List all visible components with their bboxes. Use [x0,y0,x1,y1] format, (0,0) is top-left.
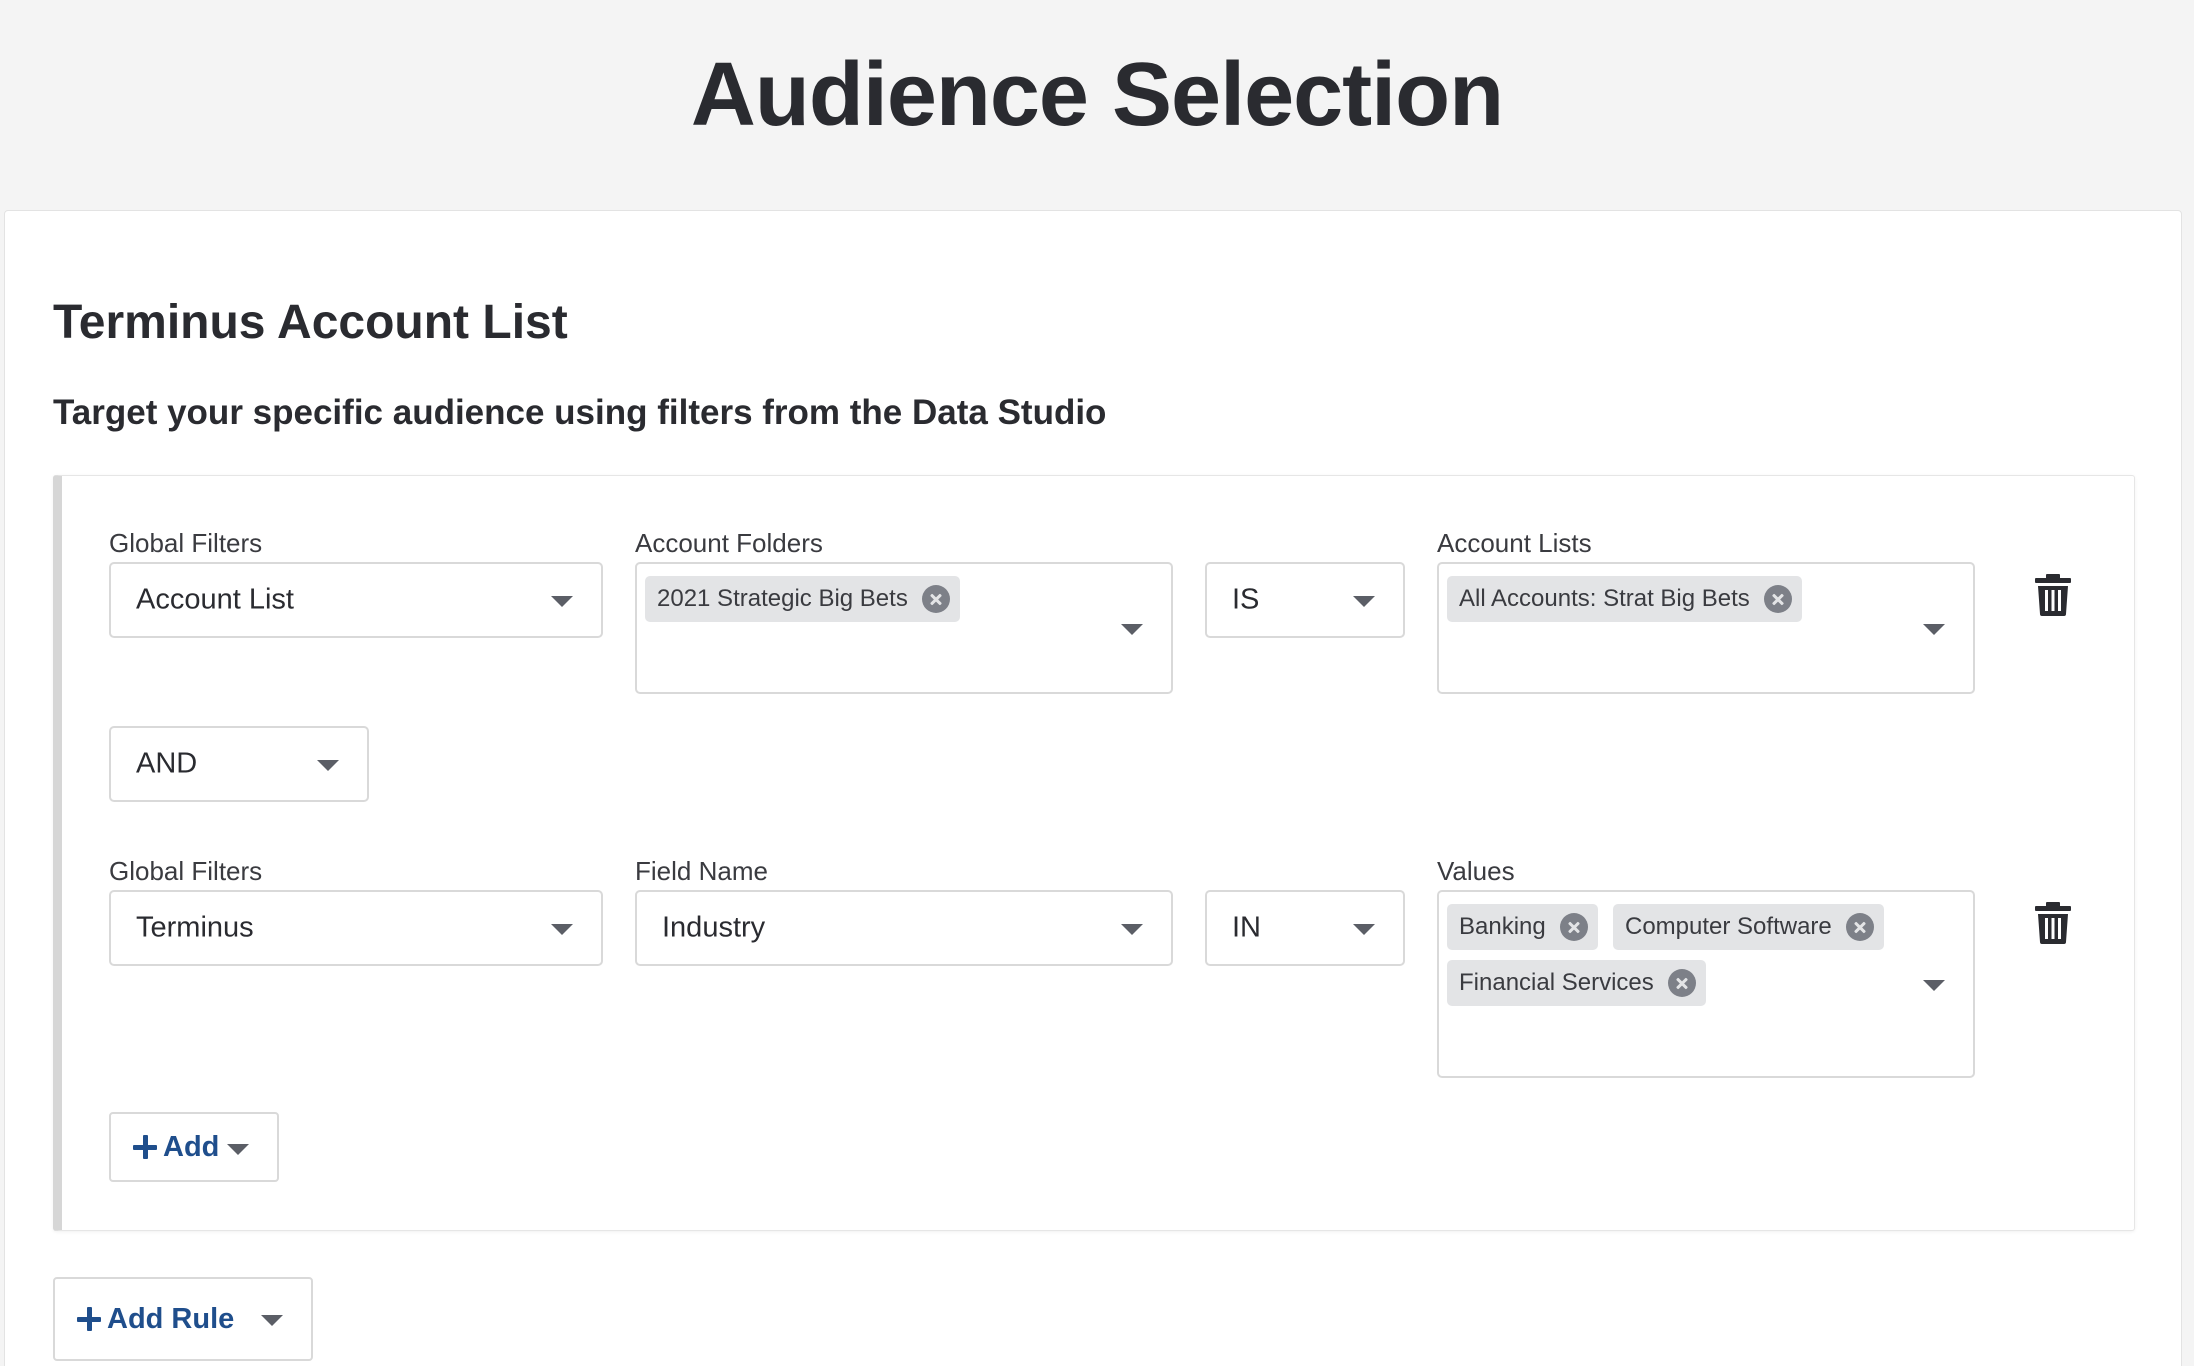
chip-value-banking: Banking [1447,904,1598,950]
chevron-down-icon [317,760,339,771]
rule1-account-folders-select[interactable]: 2021 Strategic Big Bets [635,562,1173,694]
remove-chip-icon[interactable] [921,585,950,613]
rule2-operator-value: IN [1232,911,1261,944]
rule2-global-filters-select[interactable]: Terminus [109,890,603,966]
connector-value: AND [136,747,198,780]
plus-icon [77,1307,101,1331]
rules-panel: Global Filters Account List Account Fold… [53,475,2135,1231]
remove-chip-icon[interactable] [1763,585,1792,613]
rule1-account-lists-select[interactable]: All Accounts: Strat Big Bets [1437,562,1975,694]
chip-label: Computer Software [1625,913,1832,940]
chevron-down-icon [1353,596,1375,607]
chip-account-list: All Accounts: Strat Big Bets [1447,576,1802,622]
rule2-values-select[interactable]: Banking Computer Software Financial Serv… [1437,890,1975,1078]
chevron-down-icon [1121,624,1143,635]
trash-icon[interactable] [2035,574,2071,616]
rule1-global-filters-value: Account List [136,583,294,616]
rule2-field-name-label: Field Name [635,856,768,886]
chip-value-computer-software: Computer Software [1613,904,1884,950]
rule1-global-filters-select[interactable]: Account List [109,562,603,638]
chevron-down-icon [1923,980,1945,991]
add-button[interactable]: Add [109,1112,279,1182]
connector-select[interactable]: AND [109,726,369,802]
chip-label: All Accounts: Strat Big Bets [1459,585,1750,612]
add-button-label: Add [163,1130,220,1163]
rule2-global-filters-value: Terminus [136,911,254,944]
remove-chip-icon[interactable] [1559,913,1588,941]
add-rule-button-label: Add Rule [107,1302,235,1335]
rule1-account-folders-label: Account Folders [635,528,823,558]
remove-chip-icon[interactable] [1845,913,1874,941]
rule2-values-label: Values [1437,856,1515,886]
section-title: Terminus Account List [53,296,568,349]
rule1-operator-value: IS [1232,583,1260,616]
plus-icon [133,1135,157,1159]
chevron-down-icon [551,924,573,935]
chip-value-financial-services: Financial Services [1447,960,1706,1006]
rule1-account-lists-label: Account Lists [1437,528,1592,558]
chevron-down-icon [227,1144,249,1155]
chevron-down-icon [261,1315,283,1326]
audience-card: Terminus Account List Target your specif… [4,210,2182,1366]
rule1-operator-select[interactable]: IS [1205,562,1405,638]
chip-label: Financial Services [1459,969,1654,996]
chevron-down-icon [1121,924,1143,935]
section-subtitle: Target your specific audience using filt… [53,393,1107,432]
rule1-global-filters-label: Global Filters [109,528,263,558]
add-rule-button[interactable]: Add Rule [53,1277,313,1361]
chip-account-folder: 2021 Strategic Big Bets [645,576,960,622]
chip-label: 2021 Strategic Big Bets [657,585,908,612]
chevron-down-icon [1353,924,1375,935]
remove-chip-icon[interactable] [1667,969,1696,997]
page-title: Audience Selection [690,45,1504,145]
rule2-field-name-value: Industry [662,911,766,944]
rule2-field-name-select[interactable]: Industry [635,890,1173,966]
chip-label: Banking [1459,913,1546,940]
rule2-operator-select[interactable]: IN [1205,890,1405,966]
chevron-down-icon [551,596,573,607]
rule2-global-filters-label: Global Filters [109,856,263,886]
chevron-down-icon [1923,624,1945,635]
trash-icon[interactable] [2035,902,2071,944]
